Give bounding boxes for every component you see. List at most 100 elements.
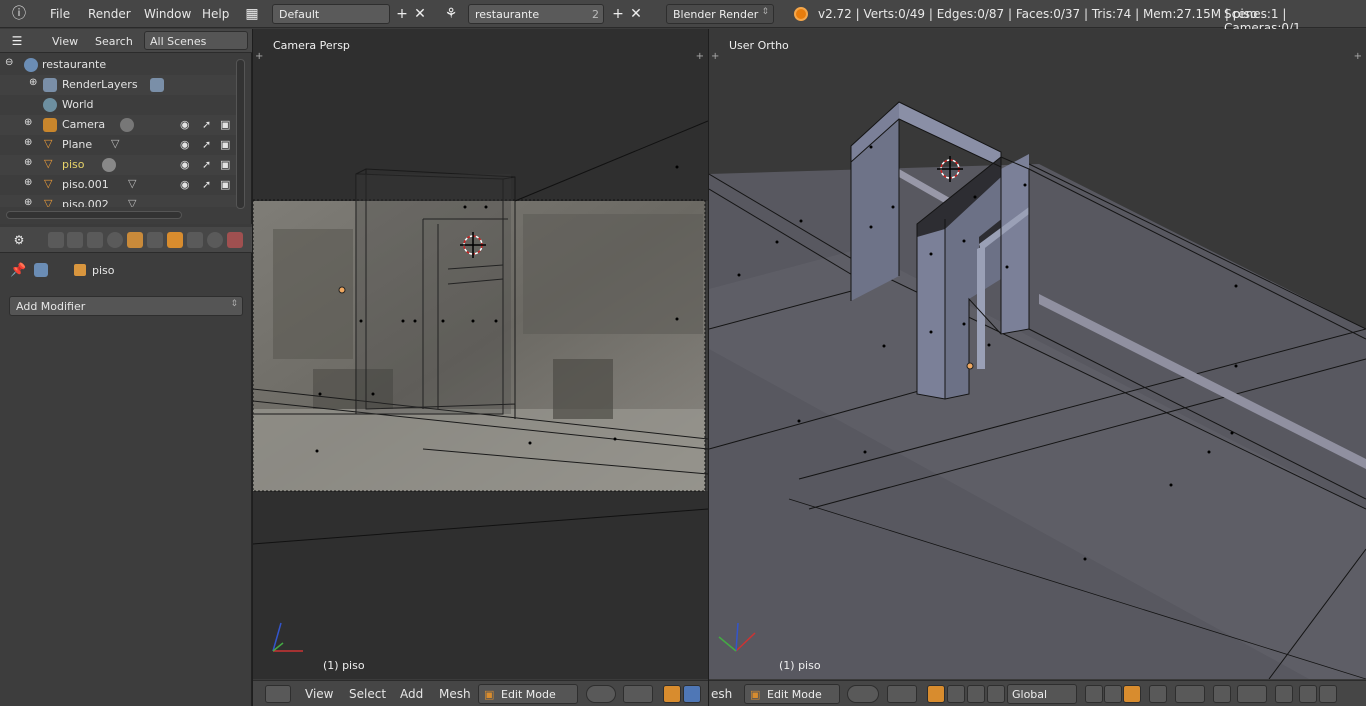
snap-icon[interactable] [1213, 685, 1231, 703]
transform-orientation-select[interactable]: Global [1007, 684, 1077, 704]
tree-item-world[interactable]: World [0, 95, 236, 115]
outliner-vertical-scrollbar[interactable] [236, 59, 245, 209]
edge-select-icon[interactable] [1104, 685, 1122, 703]
viewport-camera-persp[interactable]: + + Camera Persp (1) piso [253, 29, 708, 679]
viewport-shading-icon[interactable] [586, 685, 616, 703]
material-tab-icon[interactable] [207, 232, 223, 248]
screen-layout-field[interactable]: Default [272, 4, 390, 24]
tree-item-piso-001[interactable]: ⊕ ▽ piso.001 ▽ ◉ ➚ ▣ [0, 175, 236, 195]
expand-icon[interactable]: ⊕ [24, 177, 32, 188]
tree-item-label: World [62, 98, 94, 111]
scene-tab-icon[interactable] [87, 232, 103, 248]
render-engine-select[interactable]: Blender Render ⇕ [666, 4, 774, 24]
selectability-arrow-icon[interactable]: ➚ [202, 138, 211, 151]
world-tab-icon[interactable] [107, 232, 123, 248]
tree-item-plane[interactable]: ⊕ ▽ Plane ▽ ◉ ➚ ▣ [0, 135, 236, 155]
expand-icon[interactable]: ⊕ [24, 117, 32, 128]
camera-icon [43, 118, 57, 132]
outliner-search-menu[interactable]: Search [95, 35, 133, 48]
mode-select[interactable]: ▣ Edit Mode [478, 684, 578, 704]
visibility-eye-icon[interactable]: ◉ [180, 178, 190, 191]
pivot-point-icon[interactable] [623, 685, 653, 703]
manipulator-translate-icon[interactable] [927, 685, 945, 703]
selectability-arrow-icon[interactable]: ➚ [202, 118, 211, 131]
menu-view[interactable]: View [305, 687, 333, 701]
visibility-eye-icon[interactable]: ◉ [180, 138, 190, 151]
renderability-camera-icon[interactable]: ▣ [220, 118, 230, 131]
selectability-arrow-icon[interactable]: ➚ [202, 158, 211, 171]
viewport-add-region-icon[interactable]: + [255, 51, 263, 62]
expand-icon[interactable]: ⊕ [24, 137, 32, 148]
menu-window[interactable]: Window [144, 7, 191, 21]
viewport-user-ortho[interactable]: + + User Ortho (1) piso [709, 29, 1366, 679]
manipulator-rotate-icon[interactable] [947, 685, 965, 703]
pin-icon[interactable]: 📌 [10, 263, 26, 278]
tree-item-scene[interactable]: ⊖ restaurante [0, 55, 236, 75]
tree-item-piso-002[interactable]: ⊕ ▽ piso.002 ▽ [0, 195, 236, 207]
outliner-display-filter[interactable]: All Scenes [144, 31, 248, 50]
render-layers-tab-icon[interactable] [67, 232, 83, 248]
opengl-render-icon[interactable] [1299, 685, 1317, 703]
manipulator-translate-icon[interactable] [663, 685, 681, 703]
render-tab-icon[interactable] [48, 232, 64, 248]
manipulator-rotate-icon[interactable] [683, 685, 701, 703]
viewport-add-region-icon[interactable]: + [711, 51, 719, 62]
outliner-horizontal-scrollbar[interactable] [6, 211, 182, 219]
add-modifier-dropdown[interactable]: Add Modifier ⇕ [9, 296, 243, 316]
texture-tab-icon[interactable] [227, 232, 243, 248]
expand-icon[interactable]: ⊕ [24, 157, 32, 168]
add-scene-icon[interactable]: + [609, 5, 627, 23]
renderability-camera-icon[interactable]: ▣ [220, 138, 230, 151]
scene-icon[interactable]: ⚘ [442, 5, 460, 23]
viewport-shading-icon[interactable] [847, 685, 879, 703]
remove-scene-icon[interactable]: ✕ [627, 5, 645, 23]
object-tab-icon[interactable] [127, 232, 143, 248]
3d-view-editor-icon[interactable] [265, 685, 291, 703]
proportional-editing-icon[interactable] [1175, 685, 1205, 703]
modifiers-tab-icon[interactable] [167, 232, 183, 248]
menu-add[interactable]: Add [400, 687, 423, 701]
menu-select[interactable]: Select [349, 687, 386, 701]
render-preview-icon[interactable] [1275, 685, 1293, 703]
mesh-object-icon: ▽ [44, 137, 53, 150]
manipulator-scale-icon[interactable] [967, 685, 985, 703]
viewport-split-icon[interactable]: + [696, 51, 704, 62]
menu-mesh[interactable]: Mesh [439, 687, 471, 701]
scene-field[interactable]: restaurante 2 [468, 4, 604, 24]
visibility-eye-icon[interactable]: ◉ [180, 158, 190, 171]
expand-icon[interactable]: ⊕ [24, 197, 32, 207]
limit-selection-icon[interactable] [1149, 685, 1167, 703]
outliner-view-menu[interactable]: View [52, 35, 78, 48]
opengl-render-animation-icon[interactable] [1319, 685, 1337, 703]
menu-render[interactable]: Render [88, 7, 131, 21]
constraints-tab-icon[interactable] [147, 232, 163, 248]
renderability-camera-icon[interactable]: ▣ [220, 158, 230, 171]
mode-select[interactable]: ▣ Edit Mode [744, 684, 840, 704]
data-tab-icon[interactable] [187, 232, 203, 248]
pivot-point-icon[interactable] [887, 685, 917, 703]
menu-file[interactable]: File [50, 7, 70, 21]
expand-icon[interactable]: ⊕ [29, 77, 37, 88]
outliner-editor-icon[interactable]: ☰ [8, 32, 26, 50]
tree-item-camera[interactable]: ⊕ Camera ◉ ➚ ▣ [0, 115, 236, 135]
viewport-split-icon[interactable]: + [1354, 51, 1362, 62]
snap-element-icon[interactable] [1237, 685, 1267, 703]
expand-icon[interactable]: ⊖ [5, 57, 13, 68]
face-select-icon[interactable] [1123, 685, 1141, 703]
add-screen-icon[interactable]: + [393, 5, 411, 23]
tree-item-piso[interactable]: ⊕ ▽ piso ◉ ➚ ▣ [0, 155, 236, 175]
info-editor-icon[interactable]: ⓘ [10, 5, 28, 23]
selectability-arrow-icon[interactable]: ➚ [202, 178, 211, 191]
manipulator-toggle-icon[interactable] [987, 685, 1005, 703]
tree-item-renderlayers[interactable]: ⊕ RenderLayers [0, 75, 236, 95]
mesh-object-icon: ▽ [44, 197, 53, 207]
menu-help[interactable]: Help [202, 7, 229, 21]
visibility-eye-icon[interactable]: ◉ [180, 118, 190, 131]
vertex-select-icon[interactable] [1085, 685, 1103, 703]
tree-item-label: RenderLayers [62, 78, 138, 91]
screen-layout-icon[interactable]: ▦ [243, 5, 261, 23]
properties-editor-icon[interactable]: ⚙ [10, 231, 28, 249]
renderability-camera-icon[interactable]: ▣ [220, 178, 230, 191]
remove-screen-icon[interactable]: ✕ [411, 5, 429, 23]
menu-mesh[interactable]: esh [711, 687, 732, 701]
